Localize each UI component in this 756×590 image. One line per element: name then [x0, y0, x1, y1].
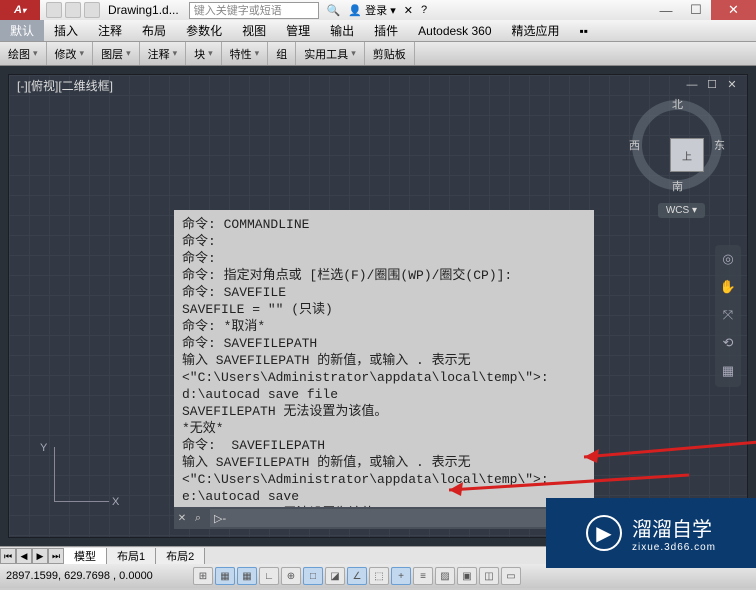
annotation-arrow-1	[429, 470, 689, 500]
workspace: [-][俯视][二维线框] — ☐ ✕ 上 北 南 东 西 WCS ▾ ◎ ✋ …	[0, 66, 756, 546]
grid-display-icon[interactable]: ▦	[237, 567, 257, 585]
qat-new-icon[interactable]	[46, 2, 62, 18]
transparency-icon[interactable]: ▨	[435, 567, 455, 585]
ribbon-panels: 绘图▾ 修改▾ 图层▾ 注释▾ 块▾ 特性▾ 组 实用工具▾ 剪贴板	[0, 42, 756, 66]
command-input[interactable]	[210, 509, 554, 527]
zoom-extents-icon[interactable]: ⤧	[719, 307, 737, 325]
infer-constraints-icon[interactable]: ⊞	[193, 567, 213, 585]
command-history[interactable]: 命令: COMMANDLINE 命令: 命令: 命令: 指定对角点或 [栏选(F…	[174, 210, 594, 510]
qat-open-icon[interactable]	[65, 2, 81, 18]
wcs-label[interactable]: WCS ▾	[658, 203, 705, 218]
title-tools: 🔍 👤 登录 ▾ ✕ ?	[327, 2, 427, 18]
annotation-arrow-2	[569, 437, 756, 467]
panel-modify[interactable]: 修改▾	[47, 42, 94, 65]
exchange-icon[interactable]: ✕	[404, 4, 413, 17]
tab-default[interactable]: 默认	[0, 20, 44, 41]
tab-layout1[interactable]: 布局1	[107, 548, 156, 564]
search-input[interactable]: 键入关键字或短语	[189, 2, 319, 19]
coordinates-readout[interactable]: 2897.1599, 629.7698 , 0.0000	[6, 570, 191, 582]
viewcube-east[interactable]: 东	[714, 137, 725, 153]
maximize-button[interactable]: ☐	[681, 0, 711, 20]
lineweight-icon[interactable]: ≡	[413, 567, 433, 585]
viewport-maximize-icon[interactable]: ☐	[705, 79, 719, 91]
drawing-canvas[interactable]: [-][俯视][二维线框] — ☐ ✕ 上 北 南 东 西 WCS ▾ ◎ ✋ …	[8, 74, 748, 538]
viewport-label[interactable]: [-][俯视][二维线框]	[17, 77, 113, 94]
steering-wheel-icon[interactable]: ◎	[719, 251, 737, 269]
app-menu-button[interactable]: A▾	[0, 0, 40, 20]
viewcube[interactable]: 上 北 南 东 西	[632, 100, 722, 190]
viewcube-top-face[interactable]: 上	[670, 138, 704, 172]
minimize-button[interactable]: —	[651, 0, 681, 20]
viewcube-west[interactable]: 西	[629, 137, 640, 153]
orbit-icon[interactable]: ⟲	[719, 335, 737, 353]
tab-model[interactable]: 模型	[64, 548, 107, 564]
tab-scroll-prev-icon[interactable]: ◀	[16, 548, 32, 564]
otrack-icon[interactable]: ∠	[347, 567, 367, 585]
command-line: ✕ ⌕	[174, 507, 554, 529]
ducs-icon[interactable]: ⬚	[369, 567, 389, 585]
ortho-mode-icon[interactable]: ∟	[259, 567, 279, 585]
panel-draw[interactable]: 绘图▾	[0, 42, 47, 65]
pan-icon[interactable]: ✋	[719, 279, 737, 297]
panel-group[interactable]: 组	[268, 42, 296, 65]
qat-save-icon[interactable]	[84, 2, 100, 18]
title-bar: A▾ Drawing1.d... 键入关键字或短语 🔍 👤 登录 ▾ ✕ ? —…	[0, 0, 756, 20]
login-button[interactable]: 👤 登录 ▾	[348, 2, 395, 18]
cmdline-search-icon[interactable]: ⌕	[190, 512, 206, 525]
ucs-x-label: X	[112, 496, 119, 508]
tab-featured[interactable]: 精选应用	[502, 20, 570, 41]
model-space-icon[interactable]: ▭	[501, 567, 521, 585]
showmotion-icon[interactable]: ▦	[719, 363, 737, 381]
tab-autodesk360[interactable]: Autodesk 360	[408, 20, 501, 41]
document-title: Drawing1.d...	[108, 3, 179, 17]
selection-cycling-icon[interactable]: ◫	[479, 567, 499, 585]
navigation-bar: ◎ ✋ ⤧ ⟲ ▦	[715, 245, 741, 387]
panel-properties[interactable]: 特性▾	[222, 42, 269, 65]
tab-insert[interactable]: 插入	[44, 20, 88, 41]
tab-parametric[interactable]: 参数化	[176, 20, 232, 41]
panel-layer[interactable]: 图层▾	[93, 42, 140, 65]
ucs-y-label: Y	[40, 442, 47, 454]
help-icon[interactable]: ?	[421, 4, 427, 16]
tab-scroll-first-icon[interactable]: ⏮	[0, 548, 16, 564]
tab-view[interactable]: 视图	[232, 20, 276, 41]
polar-tracking-icon[interactable]: ⊕	[281, 567, 301, 585]
tab-output[interactable]: 输出	[320, 20, 364, 41]
osnap-icon[interactable]: □	[303, 567, 323, 585]
panel-block[interactable]: 块▾	[186, 42, 222, 65]
tab-layout[interactable]: 布局	[132, 20, 176, 41]
tab-scroll-last-icon[interactable]: ⏭	[48, 548, 64, 564]
tab-layout2[interactable]: 布局2	[156, 548, 205, 564]
panel-utilities[interactable]: 实用工具▾	[296, 42, 365, 65]
snap-mode-icon[interactable]: ▦	[215, 567, 235, 585]
quick-properties-icon[interactable]: ▣	[457, 567, 477, 585]
cmdline-close-icon[interactable]: ✕	[174, 513, 190, 524]
dyn-input-icon[interactable]: +	[391, 567, 411, 585]
panel-clipboard[interactable]: 剪贴板	[365, 42, 415, 65]
3dosnap-icon[interactable]: ◪	[325, 567, 345, 585]
window-controls: — ☐ ✕	[651, 0, 756, 20]
close-button[interactable]: ✕	[711, 0, 756, 20]
brand-name: 溜溜自学	[632, 513, 716, 542]
tab-plugins[interactable]: 插件	[364, 20, 408, 41]
viewcube-south[interactable]: 南	[672, 178, 683, 194]
play-icon: ▶	[586, 515, 622, 551]
tab-scroll-next-icon[interactable]: ▶	[32, 548, 48, 564]
tab-manage[interactable]: 管理	[276, 20, 320, 41]
brand-url: zixue.3d66.com	[632, 542, 716, 553]
quick-access-toolbar	[46, 2, 100, 18]
tab-annotate[interactable]: 注释	[88, 20, 132, 41]
tab-more[interactable]: ▪▪	[570, 20, 599, 41]
viewport-minimize-icon[interactable]: —	[685, 79, 699, 91]
binoculars-icon[interactable]: 🔍	[327, 4, 341, 17]
brand-overlay: ▶ 溜溜自学 zixue.3d66.com	[546, 498, 756, 568]
ribbon-tabs: 默认 插入 注释 布局 参数化 视图 管理 输出 插件 Autodesk 360…	[0, 20, 756, 42]
viewport-close-icon[interactable]: ✕	[725, 79, 739, 91]
viewcube-north[interactable]: 北	[672, 96, 683, 112]
panel-annotate[interactable]: 注释▾	[140, 42, 187, 65]
